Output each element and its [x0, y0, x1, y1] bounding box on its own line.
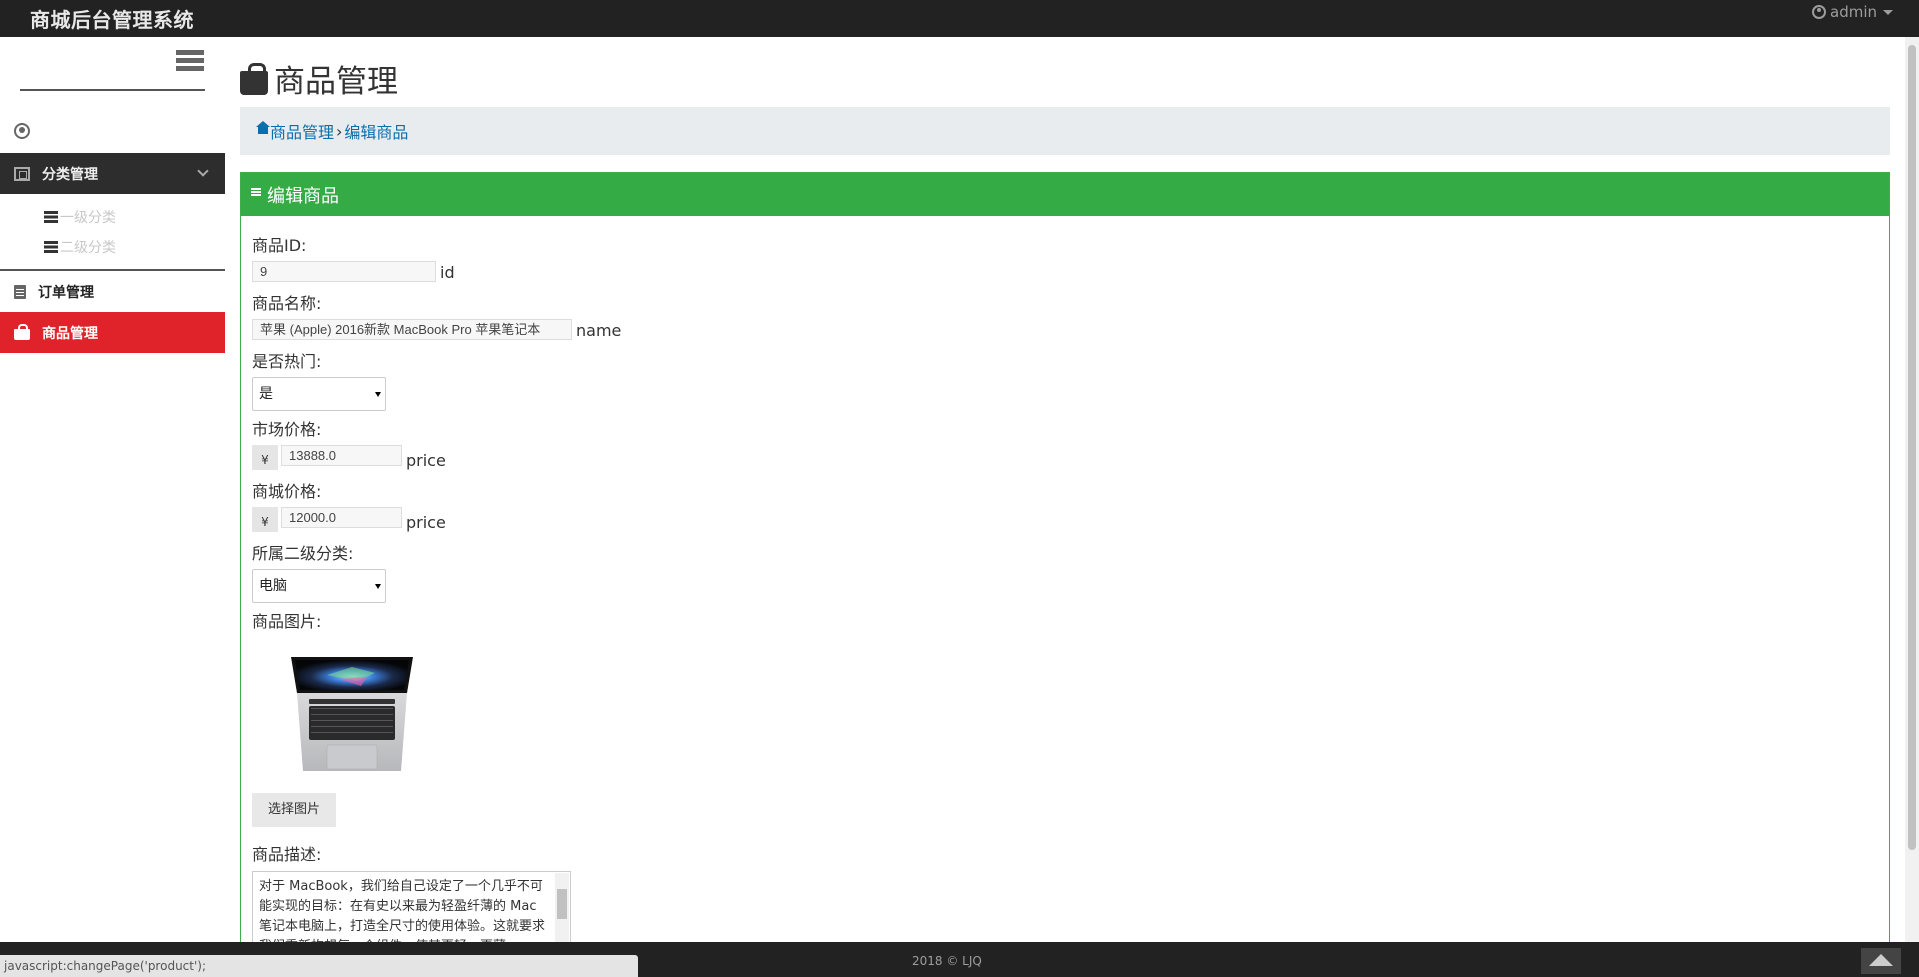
category-select[interactable]: 电脑	[252, 569, 386, 603]
breadcrumb-current[interactable]: 编辑商品	[344, 119, 408, 143]
page-scrollbar[interactable]	[1905, 37, 1919, 942]
product-id-input[interactable]: 9	[252, 261, 436, 282]
scrollbar-thumb[interactable]	[1908, 45, 1916, 850]
shop-price-input[interactable]: 12000.0	[281, 507, 402, 528]
browser-status-bar: javascript:changePage('product');	[0, 955, 638, 977]
page-title: 商品管理	[274, 64, 398, 100]
bars-icon	[251, 187, 261, 196]
sidebar-subitem-label: 一级分类	[60, 210, 116, 226]
shopping-bag-icon	[240, 62, 268, 95]
menu-toggle-icon[interactable]	[176, 50, 204, 78]
category-selected: 电脑	[259, 578, 287, 594]
list-icon	[44, 241, 58, 253]
user-name: admin	[1830, 3, 1877, 21]
market-price-label: 市场价格:	[252, 420, 322, 439]
sidebar-item-category[interactable]: 分类管理	[0, 153, 225, 194]
breadcrumb-separator: ›	[336, 121, 343, 141]
chevron-down-icon	[197, 165, 209, 177]
dropdown-arrow-icon	[375, 392, 381, 397]
sidebar-subitem-label: 二级分类	[60, 240, 116, 256]
user-menu[interactable]: admin	[1812, 3, 1893, 21]
currency-addon: ¥	[252, 445, 278, 470]
edit-product-panel: 编辑商品 商品ID: 9 id 商品名称: 苹果 (Apple) 2016新款 …	[240, 172, 1890, 946]
top-navbar: 商城后台管理系统 admin	[0, 0, 1919, 37]
sidebar-subitem-level1[interactable]: 一级分类	[44, 207, 116, 227]
sidebar-item-products[interactable]: 商品管理	[0, 312, 225, 353]
list-icon	[44, 211, 58, 223]
product-id-hint: id	[440, 263, 455, 282]
product-description-label: 商品描述:	[252, 845, 322, 864]
sidebar-subitem-level2[interactable]: 二级分类	[44, 237, 116, 257]
back-to-top-button[interactable]	[1861, 948, 1901, 974]
sidebar-item-label: 分类管理	[42, 166, 98, 183]
is-hot-selected: 是	[259, 386, 273, 402]
user-circle-icon	[14, 123, 30, 139]
product-image	[291, 657, 413, 771]
home-icon	[256, 121, 270, 136]
shop-price-label: 商城价格:	[252, 482, 322, 501]
product-image-label: 商品图片:	[252, 612, 322, 631]
brand-title[interactable]: 商城后台管理系统	[30, 4, 194, 33]
sidebar-item-label: 商品管理	[42, 325, 98, 342]
user-icon	[1812, 5, 1826, 19]
is-hot-select[interactable]: 是	[252, 377, 386, 411]
caret-down-icon	[1883, 9, 1893, 15]
shopping-bag-icon	[14, 324, 30, 340]
sidebar: 分类管理 一级分类 二级分类 订单管理 商品管理	[0, 37, 225, 942]
is-hot-label: 是否热门:	[252, 352, 322, 371]
market-price-input[interactable]: 13888.0	[281, 445, 402, 466]
currency-addon: ¥	[252, 507, 278, 532]
product-id-label: 商品ID:	[252, 236, 307, 255]
textarea-scrollbar[interactable]	[555, 873, 569, 945]
breadcrumb-home-link[interactable]: 商品管理	[270, 119, 334, 143]
product-name-hint: name	[576, 321, 622, 340]
order-icon	[14, 284, 26, 299]
choose-image-button[interactable]: 选择图片	[252, 793, 336, 827]
category-label: 所属二级分类:	[252, 544, 354, 563]
sidebar-item-label: 订单管理	[38, 284, 94, 301]
sidebar-search-underline	[20, 89, 205, 91]
dropdown-arrow-icon	[375, 584, 381, 589]
copyright-text: 2018 © LJQ	[912, 954, 982, 968]
market-price-hint: price	[406, 451, 446, 470]
product-description-textarea[interactable]: 对于 MacBook，我们给自己设定了一个几乎不可能实现的目标：在有史以来最为轻…	[252, 871, 571, 946]
panel-title: 编辑商品	[267, 185, 339, 207]
panel-header: 编辑商品	[241, 173, 1889, 216]
shop-price-hint: price	[406, 513, 446, 532]
page-header: 商品管理	[240, 56, 398, 101]
category-icon	[14, 166, 30, 181]
sidebar-item-orders[interactable]: 订单管理	[0, 271, 225, 312]
breadcrumb: 商品管理 › 编辑商品	[240, 107, 1890, 155]
product-description-text: 对于 MacBook，我们给自己设定了一个几乎不可能实现的目标：在有史以来最为轻…	[259, 879, 546, 945]
product-name-label: 商品名称:	[252, 294, 322, 313]
product-name-input[interactable]: 苹果 (Apple) 2016新款 MacBook Pro 苹果笔记本	[252, 319, 572, 340]
